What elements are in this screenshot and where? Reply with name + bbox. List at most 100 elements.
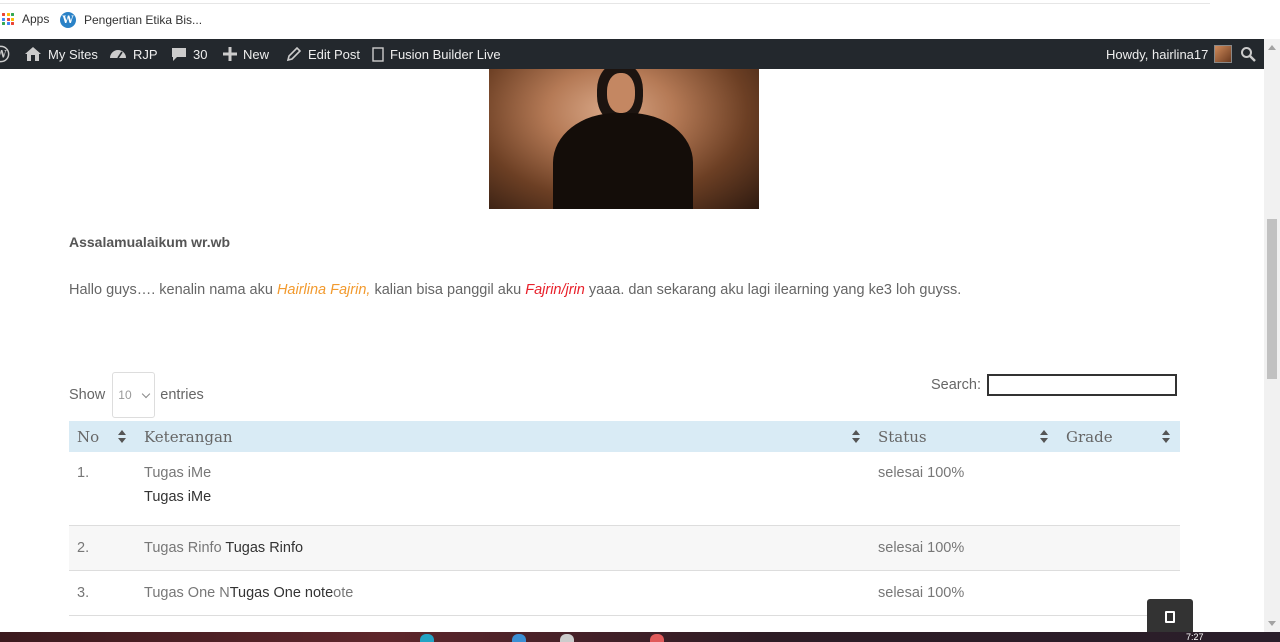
intro-text-1: Hallo guys…. kenalin nama aku [69,282,277,298]
cell-no: 1. [69,452,136,526]
fusion-builder-live-link[interactable]: Fusion Builder Live [372,39,501,69]
sort-icon [118,430,126,443]
page-length-select[interactable]: 10 [112,372,156,418]
square-icon [372,46,384,62]
cell-status: selesai 100% [870,525,1058,571]
site-menu-rjp[interactable]: RJP [109,39,158,69]
column-header-keterangan[interactable]: Keterangan [136,421,870,452]
search-input[interactable] [986,374,1177,396]
scroll-thumb[interactable] [1267,219,1277,379]
cell-keterangan: Tugas One NTugas One noteote [136,570,870,616]
table-row: 1. Tugas iMe Tugas iMe selesai 100% [69,452,1180,526]
comment-icon [172,48,186,61]
show-label: Show [69,387,106,403]
pencil-icon [286,46,302,62]
table-row: 2. Tugas Rinfo Tugas Rinfo selesai 100% [69,525,1180,571]
admin-search-button[interactable] [1240,39,1262,69]
taskbar-app-icon[interactable] [650,634,664,642]
search-icon [1241,47,1256,62]
taskbar-clock: 7:27 [1186,632,1204,642]
sort-icon [1040,430,1048,443]
intro-full-name: Hairlina Fajrin, [276,282,371,298]
avatar [1214,45,1233,63]
cell-grade [1058,452,1180,526]
keterangan-text-tail: ote [333,584,354,601]
wordpress-logo-icon: W [0,45,10,63]
bookmark-label: Apps [22,12,50,26]
chevron-down-icon [142,389,151,399]
fusion-builder-label: Fusion Builder Live [390,46,501,62]
cell-status: selesai 100% [870,570,1058,616]
photo-body [553,113,693,209]
my-sites-menu[interactable]: My Sites [24,39,98,69]
column-header-grade[interactable]: Grade [1058,421,1180,452]
bookmark-label: Pengertian Etika Bis... [84,13,203,27]
keterangan-text: Tugas iMe [144,465,212,481]
scroll-down-arrow-icon[interactable] [1268,621,1276,626]
cell-keterangan: Tugas iMe Tugas iMe [136,452,870,526]
sort-icon [1162,430,1170,443]
keterangan-text: Tugas Rinfo [144,539,226,556]
photo-face [607,73,635,113]
column-header-no[interactable]: No [69,421,136,452]
keterangan-strong: Tugas One note [229,584,334,601]
taskbar-app-icon[interactable] [420,634,434,642]
plus-icon [223,47,237,61]
intro-text-2: kalian bisa panggil aku [370,282,526,298]
tasks-table: No Keterangan Status Grade 1. Tugas iMe … [69,421,1180,616]
page-scrollbar[interactable] [1264,39,1280,632]
comments-menu[interactable]: 30 [171,39,207,69]
cell-no: 3. [69,570,136,616]
column-header-label: Grade [1066,427,1113,446]
taskbar-app-icon[interactable] [512,634,526,642]
column-header-label: No [77,427,100,446]
my-sites-label: My Sites [48,46,98,62]
table-search: Search: [931,374,1177,396]
bookmark-pengertian-etika[interactable]: W Pengertian Etika Bis... [60,12,202,28]
edit-post-link[interactable]: Edit Post [286,39,360,69]
page-length-value: 10 [118,388,132,402]
square-outline-icon [1165,611,1175,623]
cell-status: selesai 100% [870,452,1058,526]
wp-admin-bar: W My Sites RJP 30 New Edit Post Fusion B… [0,39,1264,69]
column-header-label: Keterangan [144,427,233,446]
intro-text-3: yaaa. dan sekarang aku lagi ilearning ya… [584,282,962,298]
search-label: Search: [931,377,981,393]
taskbar-app-icon[interactable] [560,634,574,642]
greeting-text: Assalamualaikum wr.wb [69,234,231,250]
column-header-label: Status [878,427,927,446]
column-header-status[interactable]: Status [870,421,1058,452]
intro-nickname: Fajrin/jrin [525,282,585,298]
cell-no: 2. [69,525,136,571]
howdy-label: Howdy, hairlina17 [1106,46,1209,62]
scroll-up-arrow-icon[interactable] [1268,45,1276,50]
site-label: RJP [133,46,158,62]
entries-label: entries [160,387,204,403]
keterangan-strong: Tugas iMe [144,489,212,505]
new-content-menu[interactable]: New [223,39,269,69]
intro-paragraph: Hallo guys…. kenalin nama aku Hairlina F… [69,282,961,298]
wp-logo-menu[interactable]: W [0,39,16,69]
bookmark-apps[interactable]: Apps [2,12,49,26]
os-taskbar: 7:27 [0,632,1280,642]
comments-count: 30 [193,46,208,62]
account-menu[interactable]: Howdy, hairlina17 [1106,39,1233,69]
keterangan-text: Tugas One N [144,584,230,601]
new-label: New [243,46,270,62]
page-length-control: Show 10 entries [69,372,204,418]
sort-icon [852,430,860,443]
keterangan-strong: Tugas Rinfo [225,539,304,556]
bookmarks-bar: Apps W Pengertian Etika Bis... [0,0,1280,39]
apps-grid-icon [2,13,14,25]
table-header-row: No Keterangan Status Grade [69,421,1180,452]
wordpress-icon: W [60,12,76,28]
edit-post-label: Edit Post [308,46,361,62]
cell-grade [1058,525,1180,571]
table-row: 3. Tugas One NTugas One noteote selesai … [69,570,1180,616]
floating-toggle-button[interactable] [1147,599,1193,635]
my-sites-icon [25,47,41,61]
dashboard-icon [110,50,126,59]
cell-keterangan: Tugas Rinfo Tugas Rinfo [136,525,870,571]
profile-photo [489,69,759,209]
svg-text:W: W [0,50,7,61]
